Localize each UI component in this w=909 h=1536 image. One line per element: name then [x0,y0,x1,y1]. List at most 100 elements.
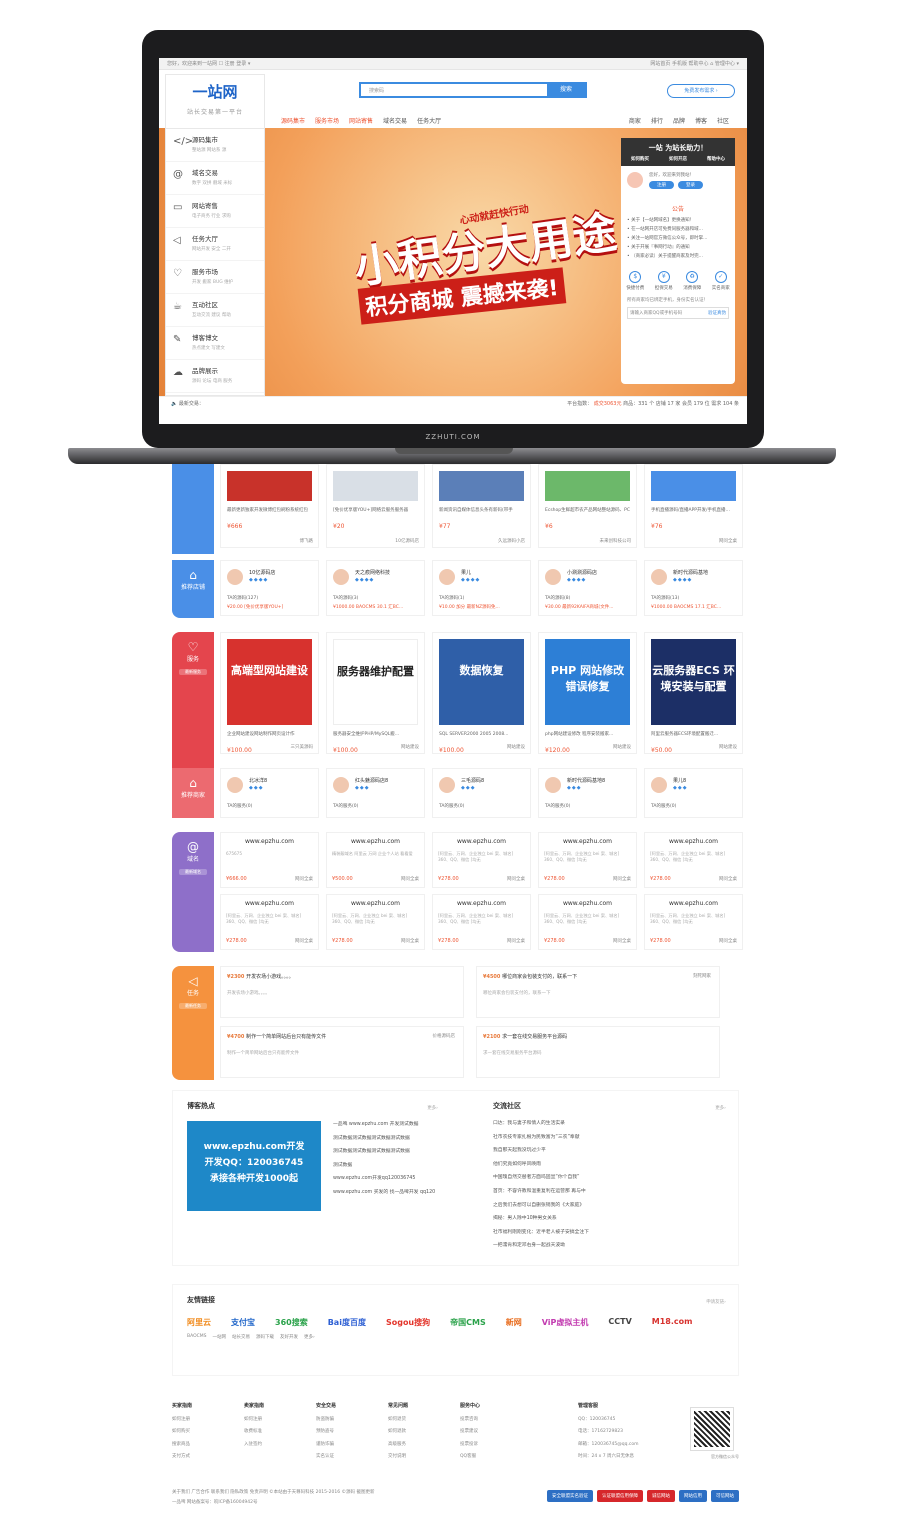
notice-item[interactable]: • 关于开展『事网行动』的通知 [627,243,729,252]
footer-link[interactable]: 入驻签约 [244,1442,262,1447]
service-card[interactable]: 高端型网站建设 企业网站建设网站制作网页设计作 ¥100.00 三只美源码 [220,632,319,754]
shop-card[interactable]: 红头魅源码店8 ◆◆◆ TA的服务(0) [326,768,425,818]
domain-card[interactable]: www.epzhu.com [阿里云、万网、企业独立 bei 案、城名] 360、… [538,832,637,888]
blog-item[interactable]: www.epzhu.com开发qq120036745 [333,1172,473,1186]
domain-owner[interactable]: 网问全桌 [613,938,631,944]
shop-card[interactable]: 三毛源码8 ◆◆◆ TA的服务(0) [432,768,531,818]
service-owner[interactable]: 网站建设 [507,744,525,750]
shop-name[interactable]: 北冰洋8 [249,777,267,784]
product-image[interactable] [439,471,524,501]
friend-link-text[interactable]: 站长交易 [232,1334,250,1340]
footer-link[interactable]: 谨防诈骗 [316,1442,334,1447]
domain-card[interactable]: www.epzhu.com [阿里云、万网、企业独立 bei 案、城名] 360、… [220,894,319,950]
shop-card[interactable]: 天之痕网络科技 ◆◆◆◆ TA的源码(3) ¥1000.00 BAOCMS 30.1 … [326,560,425,616]
product-owner[interactable]: 久远源码小店 [498,538,525,544]
shop-latest[interactable]: ¥1000.00 BAOCMS 30.1 汇BC... [333,604,421,610]
footer-link[interactable]: 收费标准 [244,1429,262,1434]
shop-name[interactable]: 三毛源码8 [461,777,484,784]
footer-link[interactable]: 投票咨询 [460,1417,478,1422]
task-card[interactable]: ¥2300 开发农场小游戏。。。。 开发农场小游戏。。。。 [220,966,464,1018]
community-item[interactable]: 之后我们去想可以自删张销我的《大家庭》 [493,1199,733,1213]
sidebar-item[interactable]: ▭ 网站寄售 电子商务 行业 求购 [166,195,264,228]
sidebar-item[interactable]: </> 源码集市 整站源 网站系 源 [166,129,264,162]
sidebar-item[interactable]: ☕ 互动社区 互动交流 建议 帮助 [166,294,264,327]
community-item[interactable]: 一把濡肯和定邓右身一起战天波坳 [493,1239,733,1253]
quick-icon-item[interactable]: ✓ 实名商家 [712,271,730,291]
trust-badge[interactable]: 可信网站 [711,1490,739,1502]
product-image[interactable] [227,471,312,501]
product-image[interactable] [545,471,630,501]
nav-item[interactable]: 服务市场 [315,116,339,125]
task-card[interactable]: ¥2100 求一套在线交易服务平台源码 求一套在线交易服务平台源码 [476,1026,720,1078]
domain-owner[interactable]: 网问全桌 [295,938,313,944]
domain-name[interactable]: www.epzhu.com [226,900,313,907]
friend-link-logo[interactable]: 支付宝 [231,1317,255,1328]
domain-card[interactable]: www.epzhu.com [阿里云、万网、企业独立 bei 案、城名] 360、… [432,894,531,950]
notice-item[interactable]: • 关于【一站网域名】更换通知！ [627,216,729,225]
panel-link[interactable]: 如何开店 [669,156,687,162]
nav-item[interactable]: 博客 [695,116,707,125]
shop-card[interactable]: 新时代源码基地 ◆◆◆◆ TA的源码(13) ¥1000.00 BAOCMS 17.1… [644,560,743,616]
shop-latest[interactable]: ¥20.00 [免价优享版YOU+] [227,604,315,610]
domain-owner[interactable]: 网问全桌 [613,876,631,882]
friend-link-logo[interactable]: 360搜索 [275,1317,308,1328]
domain-owner[interactable]: 网问全桌 [507,938,525,944]
friend-link-logo[interactable]: 阿里云 [187,1317,211,1328]
notice-item[interactable]: • （商家必读）关于提醒商家及时完... [627,252,729,261]
service-image[interactable]: PHP 网站修改 错误修复 [545,639,630,725]
qq-input[interactable]: 请输入商家QQ或手机号码 [630,310,682,316]
product-owner[interactable]: 10亿源码店 [395,538,419,544]
friend-link-logo[interactable]: M18.com [652,1317,693,1328]
shop-card[interactable]: 果儿 ◆◆◆◆ TA的源码(1) ¥10.00 加分 最新NZ源码免... [432,560,531,616]
login-button[interactable]: 登录 [678,181,703,189]
product-card[interactable]: Ecshop生鲜超市农产品网站整站源码、PC ¥6 未来创科技公司 [538,464,637,548]
site-logo[interactable]: 一站网 站长交易第一平台 [165,74,265,128]
service-owner[interactable]: 网站建设 [719,744,737,750]
shop-name[interactable]: 红头魅源码店8 [355,777,388,784]
footer-link[interactable]: QQ客服 [460,1454,476,1459]
friend-link-logo[interactable]: CCTV [608,1317,631,1328]
service-owner[interactable]: 三只美源码 [291,744,314,750]
blog-item[interactable]: www.epzhu.com 买发的 找一品啤开发 qq120 [333,1186,473,1200]
sidebar-item[interactable]: ◁ 任务大厅 网站开发 安全 二开 [166,228,264,261]
shop-name[interactable]: 果儿 [461,569,471,576]
sidebar-item[interactable]: ✎ 博客博文 热点建文 写建文 [166,327,264,360]
blog-item[interactable]: 测试数据测试数据测试数据测试数据 [333,1145,473,1159]
register-button[interactable]: 注册 [649,181,674,189]
community-item[interactable]: 口达：我与妻子和情人的生活实录 [493,1117,733,1131]
nav-item[interactable]: 商家 [629,116,641,125]
community-item[interactable]: 他们究竟如何呼风唤雨 [493,1158,733,1172]
friend-link-text[interactable]: 友好开发 [280,1334,298,1340]
product-owner[interactable]: 未来创科技公司 [600,538,632,544]
service-card[interactable]: 数据恢复 SQL SERVER2000 2005 2008... ¥100.00 网站… [432,632,531,754]
nav-item[interactable]: 品牌 [673,116,685,125]
friend-link-logo[interactable]: 新网 [506,1317,522,1328]
service-owner[interactable]: 网站建设 [613,744,631,750]
footer-link[interactable]: 交付说明 [388,1454,406,1459]
trust-badge[interactable]: 认证联盟信用保障 [597,1490,643,1502]
community-item[interactable]: 我自那天起我没玩过少平 [493,1144,733,1158]
product-image[interactable] [651,471,736,501]
footer-link[interactable]: 如何退款 [388,1429,406,1434]
service-image[interactable]: 服务器维护配置 [333,639,418,725]
domain-name[interactable]: www.epzhu.com [650,900,737,907]
footer-links[interactable]: 关于我们 广告合作 联系我们 隐私政策 免责声明 ©本站由于天尊码科技 2015… [172,1488,472,1498]
domain-name[interactable]: www.epzhu.com [332,900,419,907]
task-title[interactable]: ¥4500 哪位商家会包装支付的，联系一下 [483,973,713,980]
blog-banner-image[interactable]: www.epzhu.com开发 开发QQ：120036745 承接各种开发1000起 [187,1121,321,1211]
shop-name[interactable]: 新时代源码基地 [673,569,708,576]
shop-card[interactable]: 果儿8 ◆◆◆ TA的服务(0) [644,768,743,818]
shop-card[interactable]: 北冰洋8 ◆◆◆ TA的服务(0) [220,768,319,818]
domain-name[interactable]: www.epzhu.com [544,900,631,907]
footer-link[interactable]: 搜索商品 [172,1442,190,1447]
friend-link-logo[interactable]: Bai度百度 [328,1317,366,1328]
links-more[interactable]: 申请友链› [706,1299,726,1305]
shop-card[interactable]: 10亿源码店 ◆◆◆◆ TA的源码(127) ¥20.00 [免价优享版YOU+] [220,560,319,616]
domain-card[interactable]: www.epzhu.com 675675 ¥666.00 网问全桌 [220,832,319,888]
blog-item[interactable]: 测试数据 [333,1159,473,1173]
topbar-right-links[interactable]: 网站首页 手机版 帮助中心 ⌂ 管理中心 ▾ [650,60,739,67]
shop-name[interactable]: 10亿源码店 [249,569,275,576]
friend-link-logo[interactable]: Sogou搜狗 [386,1317,430,1328]
domain-owner[interactable]: 网问全桌 [719,876,737,882]
footer-link[interactable]: 支付方式 [172,1454,190,1459]
